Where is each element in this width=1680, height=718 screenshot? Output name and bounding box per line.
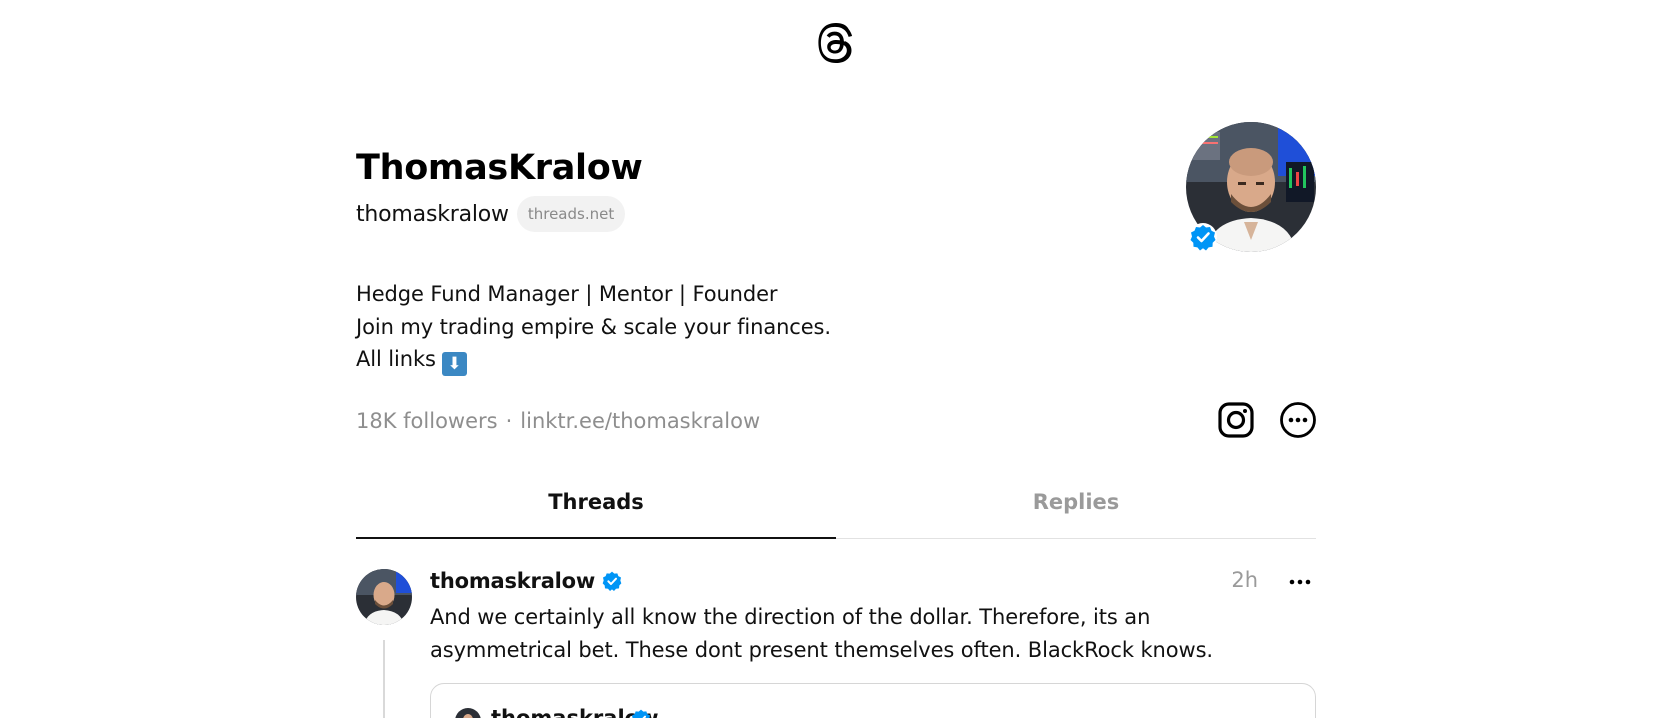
quoted-post-avatar-image xyxy=(455,708,481,718)
verified-badge-icon xyxy=(632,709,650,718)
verified-badge-icon xyxy=(602,571,622,591)
bio-line-text: All links xyxy=(356,347,436,371)
post-author-avatar[interactable] xyxy=(356,569,412,625)
quoted-post-more-icon[interactable] xyxy=(1261,712,1285,718)
instagram-icon[interactable] xyxy=(1216,400,1256,440)
profile-section: ThomasKralow thomaskralow threads.net He… xyxy=(356,0,1316,718)
threads-domain-badge[interactable]: threads.net xyxy=(516,196,626,232)
profile-avatar-container[interactable] xyxy=(1186,122,1316,252)
post-more-icon[interactable] xyxy=(1286,570,1314,594)
tab-replies[interactable]: Replies xyxy=(836,468,1316,538)
tab-threads[interactable]: Threads xyxy=(356,468,836,539)
post-body-text: And we certainly all know the direction … xyxy=(430,605,1213,662)
quoted-post-avatar[interactable] xyxy=(455,708,481,718)
meta-separator: · xyxy=(505,409,513,433)
more-options-icon[interactable] xyxy=(1278,400,1318,440)
followers-count[interactable]: 18K followers xyxy=(356,409,498,433)
profile-handle-row: thomaskralow threads.net xyxy=(356,194,626,234)
bio-line: Join my trading empire & scale your fina… xyxy=(356,314,831,339)
post-author-avatar-image xyxy=(356,569,412,625)
verified-badge-icon xyxy=(1189,223,1217,251)
quoted-post-card[interactable]: thomaskralow xyxy=(430,683,1316,718)
thread-connector-line xyxy=(383,640,385,718)
down-arrow-emoji-icon: ⬇ xyxy=(441,352,467,376)
threads-profile-page: ThomasKralow thomaskralow threads.net He… xyxy=(0,0,1680,718)
bio-line: All links ⬇ xyxy=(356,343,831,376)
post-author-username[interactable]: thomaskralow xyxy=(430,569,595,593)
profile-tabs: Threads Replies xyxy=(356,468,1316,539)
post-timestamp[interactable]: 2h xyxy=(1231,568,1258,592)
bio-line: Hedge Fund Manager | Mentor | Founder xyxy=(356,282,778,306)
profile-bio: Hedge Fund Manager | Mentor | Founder Jo… xyxy=(356,278,831,376)
profile-meta-row: 18K followers · linktr.ee/thomaskralow xyxy=(356,405,760,437)
profile-external-link[interactable]: linktr.ee/thomaskralow xyxy=(520,409,760,433)
profile-display-name: ThomasKralow xyxy=(356,148,643,188)
post-header: thomaskralow xyxy=(430,566,1316,596)
thread-post[interactable]: thomaskralow 2h And we certainly all kno… xyxy=(356,566,1316,718)
profile-username: thomaskralow xyxy=(356,201,509,227)
